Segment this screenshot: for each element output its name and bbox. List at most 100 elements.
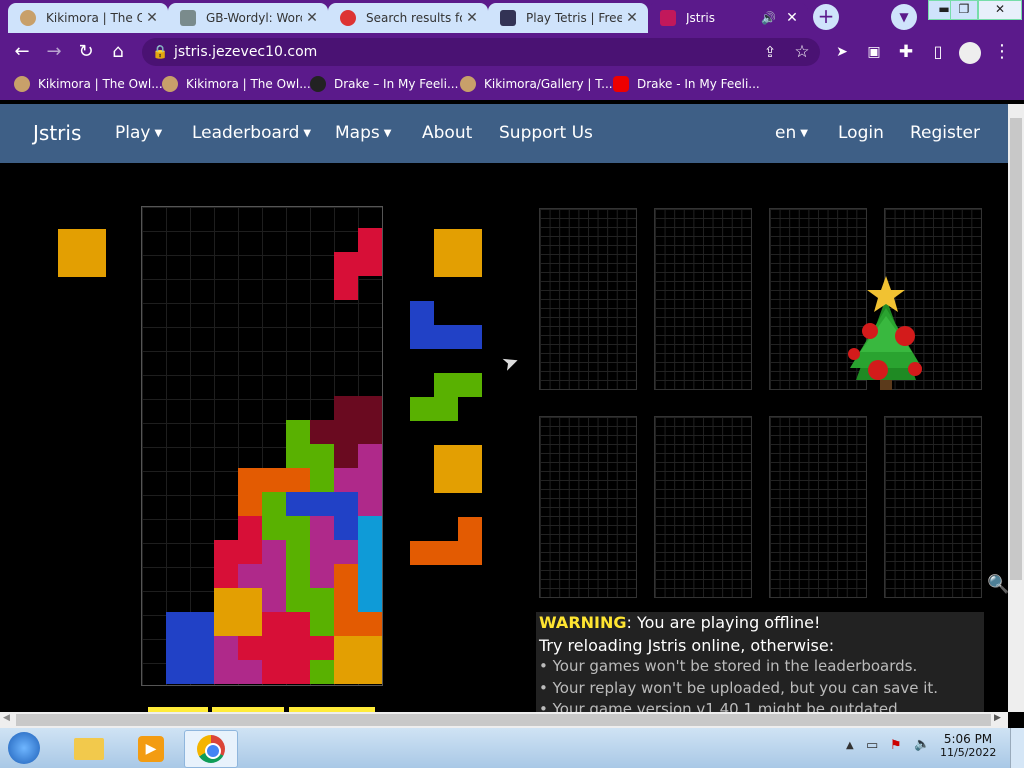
bookmark-favicon-icon (14, 76, 30, 92)
playfield-blocks (142, 206, 382, 686)
queue-block (434, 325, 458, 349)
home-icon[interactable]: ⌂ (106, 40, 130, 64)
tab-title: Jstris (686, 11, 716, 25)
vertical-scrollbar-thumb[interactable] (1010, 118, 1022, 580)
new-tab-plus-icon[interactable]: + (813, 4, 839, 30)
offline-warning-panel: WARNING: You are playing offline! Try re… (536, 612, 984, 712)
warning-line-2: Try reloading Jstris online, otherwise: (539, 636, 835, 655)
bookmark-label: Kikimora/Gallery | T... (484, 77, 613, 91)
horizontal-scrollbar-thumb[interactable] (16, 714, 991, 726)
close-tab-icon[interactable]: ✕ (302, 10, 322, 26)
opponent-board (654, 416, 752, 598)
speaker-icon[interactable]: 🔊 (761, 11, 776, 25)
tab-kikimora[interactable]: Kikimora | The Ow ✕ (8, 3, 168, 33)
bookmark-star-icon[interactable]: ☆ (790, 40, 814, 64)
board-block (310, 468, 334, 492)
profile-avatar-icon[interactable] (959, 42, 981, 64)
zoom-magnifier-icon[interactable]: 🔍 (987, 574, 1009, 595)
board-block (358, 228, 382, 252)
tab-search-results[interactable]: Search results for ✕ (328, 3, 488, 33)
board-block (358, 420, 382, 444)
scroll-left-arrow-icon[interactable]: ◀ (3, 713, 10, 723)
board-block (334, 636, 358, 660)
tab-jstris[interactable]: Jstris 🔊 ✕ (648, 3, 808, 33)
board-block (334, 564, 358, 588)
board-block (310, 420, 334, 444)
close-window-button[interactable]: ✕ (978, 0, 1022, 20)
show-desktop-button[interactable] (1010, 728, 1024, 768)
extension-image-icon[interactable]: ▣ (862, 40, 886, 64)
close-tab-icon[interactable]: ✕ (462, 10, 482, 26)
volume-icon[interactable]: 🔈 (914, 737, 930, 752)
board-block (358, 252, 382, 276)
board-block (262, 612, 286, 636)
block (58, 253, 82, 277)
board-block (310, 636, 334, 660)
bookmark-item[interactable]: Kikimora/Gallery | T... (460, 76, 613, 92)
nav-play[interactable]: Play ▼ (115, 123, 162, 143)
close-tab-icon[interactable]: ✕ (782, 10, 802, 26)
board-block (310, 564, 334, 588)
board-block (310, 444, 334, 468)
close-tab-icon[interactable]: ✕ (622, 10, 642, 26)
back-arrow-icon[interactable]: ← (10, 40, 34, 64)
nav-about[interactable]: About (422, 123, 472, 143)
board-block (286, 468, 310, 492)
board-block (238, 660, 262, 684)
close-tab-icon[interactable]: ✕ (142, 10, 162, 26)
extensions-puzzle-icon[interactable]: ✚ (894, 40, 918, 64)
nav-language-label: en (775, 123, 797, 143)
nav-leaderboard[interactable]: Leaderboard ▼ (192, 123, 311, 143)
tab-wordyl[interactable]: GB-Wordyl: Word ✕ (168, 3, 328, 33)
nav-support-us[interactable]: Support Us (499, 123, 593, 143)
start-button[interactable] (4, 730, 44, 766)
tab-search-chevron-icon[interactable]: ▼ (891, 4, 917, 30)
scroll-right-arrow-icon[interactable]: ▶ (994, 713, 1001, 723)
tab-favicon-icon (660, 10, 676, 26)
share-icon[interactable]: ⇪ (758, 40, 782, 64)
system-clock[interactable]: 5:06 PM 11/5/2022 (940, 732, 996, 759)
show-hidden-icons-chevron-icon[interactable]: ▲ (846, 740, 854, 751)
tab-title: Play Tetris | Free (526, 11, 622, 25)
clock-time: 5:06 PM (943, 732, 993, 746)
board-block (190, 660, 214, 684)
taskbar-chrome[interactable] (184, 730, 238, 768)
tab-play-tetris[interactable]: Play Tetris | Free ✕ (488, 3, 648, 33)
board-block (310, 612, 334, 636)
board-block (334, 252, 358, 276)
board-block (286, 444, 310, 468)
side-panel-icon[interactable]: ▯ (926, 40, 950, 64)
nav-register[interactable]: Register (910, 123, 980, 143)
board-block (166, 660, 190, 684)
board-block (334, 492, 358, 516)
bookmark-item[interactable]: Drake – In My Feeli... (310, 76, 458, 92)
taskbar-media-player[interactable]: ▶ (124, 730, 176, 766)
url-text[interactable]: jstris.jezevec10.com (174, 44, 317, 60)
lock-icon[interactable]: 🔒 (152, 45, 168, 60)
reload-icon[interactable]: ↻ (74, 40, 98, 64)
board-block (262, 540, 286, 564)
network-icon[interactable]: ▭ (866, 738, 878, 753)
forward-arrow-icon[interactable]: → (42, 40, 66, 64)
taskbar-file-explorer[interactable] (64, 730, 116, 766)
maximize-window-button[interactable]: ❐ (950, 0, 978, 20)
nav-maps[interactable]: Maps ▼ (335, 123, 391, 143)
board-block (238, 468, 262, 492)
brand-logo[interactable]: Jstris (33, 121, 81, 145)
action-center-flag-icon[interactable]: ⚑ (890, 738, 902, 753)
menu-kebab-icon[interactable]: ⋮ (990, 40, 1014, 64)
nav-language[interactable]: en ▼ (775, 123, 808, 143)
bookmark-item[interactable]: Kikimora | The Owl... (162, 76, 311, 92)
tab-favicon-icon (20, 10, 36, 26)
bookmark-item[interactable]: Kikimora | The Owl... (14, 76, 163, 92)
tab-favicon-icon (180, 10, 196, 26)
cursor-extension-icon[interactable]: ➤ (830, 40, 854, 64)
clock-date: 11/5/2022 (940, 746, 997, 759)
bookmark-item[interactable]: Drake - In My Feeli... (613, 76, 760, 92)
queue-block (410, 397, 434, 421)
board-block (286, 564, 310, 588)
board-block (214, 564, 238, 588)
board-block (358, 540, 382, 564)
youtube-icon (613, 76, 629, 92)
nav-login[interactable]: Login (838, 123, 884, 143)
